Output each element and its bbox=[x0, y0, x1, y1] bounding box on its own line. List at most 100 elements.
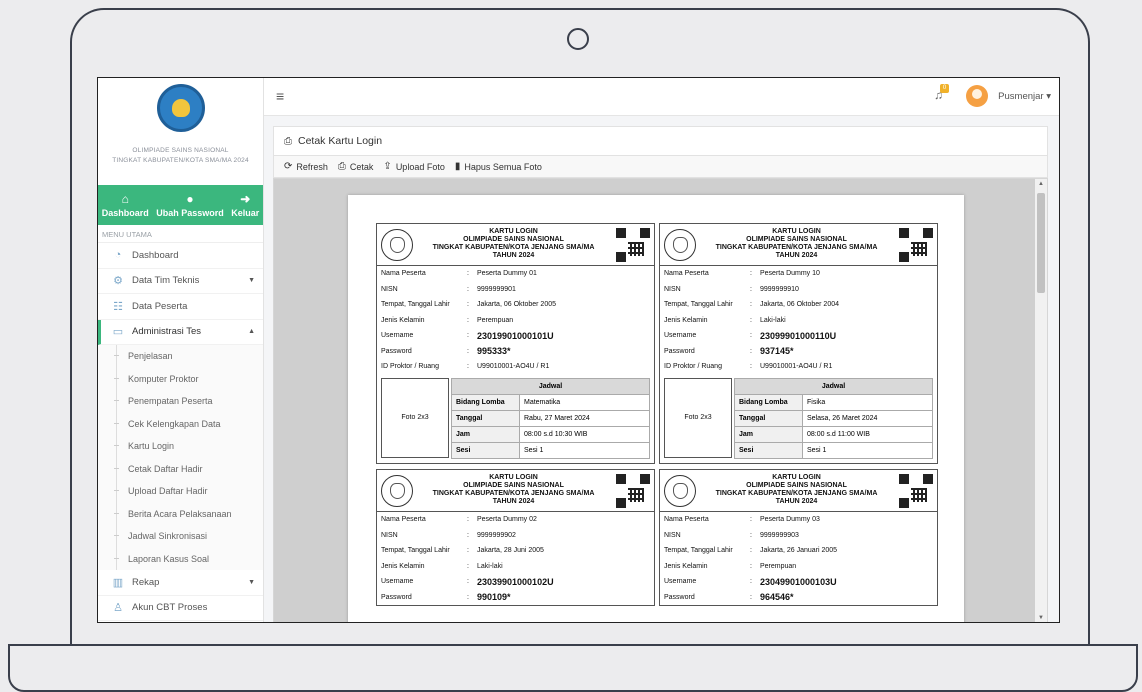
logo-text-line-2: TINGKAT KABUPATEN/KOTA SMA/MA 2024 bbox=[112, 157, 249, 164]
monitor-icon: ▭ bbox=[112, 326, 124, 339]
refresh-button[interactable]: ⟳ Refresh bbox=[284, 161, 328, 172]
submenu-item-berita-acara[interactable]: Berita Acara Pelaksanaan bbox=[98, 502, 263, 525]
field-separator: : bbox=[750, 516, 752, 524]
chevron-up-icon: ▲ bbox=[248, 328, 255, 336]
refresh-icon: ⟳ bbox=[284, 161, 293, 172]
tut-wuri-logo-icon bbox=[664, 229, 696, 261]
print-preview[interactable]: KARTU LOGIN OLIMPIADE SAINS NASIONAL TIN… bbox=[273, 178, 1048, 622]
submenu-item-cetak-daftar-hadir[interactable]: Cetak Daftar Hadir bbox=[98, 457, 263, 480]
field-value: 9999999910 bbox=[760, 285, 799, 293]
home-icon: ⌂ bbox=[121, 191, 129, 206]
menu-title: MENU UTAMA bbox=[98, 225, 263, 243]
scroll-down-icon[interactable]: ▼ bbox=[1038, 615, 1044, 621]
field-value: Perempuan bbox=[760, 562, 797, 570]
field-label: Password bbox=[381, 593, 412, 601]
panel-header: ⎙ Cetak Kartu Login bbox=[273, 126, 1048, 156]
field-separator: : bbox=[750, 531, 752, 539]
hamburger-menu-icon[interactable]: ≡ bbox=[276, 88, 284, 104]
upload-photo-button[interactable]: ⇪ Upload Foto bbox=[383, 161, 444, 172]
login-card: KARTU LOGIN OLIMPIADE SAINS NASIONAL TIN… bbox=[376, 223, 655, 464]
submenu-item-penempatan-peserta[interactable]: Penempatan Peserta bbox=[98, 390, 263, 413]
field-separator: : bbox=[750, 593, 752, 601]
field-separator: : bbox=[750, 547, 752, 555]
card-row-password: Password:990109* bbox=[377, 590, 654, 606]
card-row-nama: Nama Peserta: Peserta Dummy 01 bbox=[377, 266, 654, 282]
field-value: 990109* bbox=[477, 592, 511, 603]
field-label: ID Proktor / Ruang bbox=[381, 363, 439, 371]
card-row-ttl: Tempat, Tanggal Lahir: Jakarta, 06 Oktobe… bbox=[377, 297, 654, 313]
field-separator: : bbox=[467, 347, 469, 355]
sidebar-item-rekap[interactable]: ▥ Rekap ▼ bbox=[98, 570, 263, 596]
submenu-item-kartu-login[interactable]: Kartu Login bbox=[98, 435, 263, 458]
field-value: 964546* bbox=[760, 592, 794, 603]
field-label: Password bbox=[664, 347, 695, 355]
schedule-value: Selasa, 26 Maret 2024 bbox=[802, 409, 933, 427]
scrollbar-thumb[interactable] bbox=[1037, 193, 1045, 293]
field-separator: : bbox=[750, 332, 752, 340]
tut-wuri-logo-icon bbox=[156, 84, 205, 132]
submenu-item-penjelasan[interactable]: Penjelasan bbox=[98, 345, 263, 368]
sidebar-item-akun-cbt-proses[interactable]: ♙ Akun CBT Proses bbox=[98, 596, 263, 621]
user-menu[interactable]: Pusmenjar ▾ bbox=[998, 91, 1051, 102]
toolbar: ⟳ Refresh ⎙ Cetak ⇪ Upload Foto ▮ Hapus … bbox=[273, 156, 1048, 178]
schedule-key: Tanggal bbox=[734, 409, 803, 427]
schedule-key: Jam bbox=[451, 425, 520, 443]
card-title-line: KARTU LOGIN bbox=[489, 228, 538, 235]
quick-logout-button[interactable]: ➜ Keluar bbox=[231, 193, 259, 218]
print-button[interactable]: ⎙ Cetak bbox=[338, 161, 374, 172]
schedule-table: Jadwal Bidang Lomba Matematika Tanggal Rab… bbox=[451, 377, 650, 459]
avatar[interactable] bbox=[966, 85, 988, 107]
field-label: Nama Peserta bbox=[664, 516, 709, 524]
field-value: Jakarta, 06 Oktober 2004 bbox=[760, 301, 839, 309]
field-value: Jakarta, 26 Januari 2005 bbox=[760, 547, 838, 555]
delete-all-photos-button[interactable]: ▮ Hapus Semua Foto bbox=[455, 161, 542, 172]
field-value: Peserta Dummy 03 bbox=[760, 516, 820, 524]
quick-change-password-button[interactable]: ● Ubah Password bbox=[156, 193, 224, 218]
top-bar: ≡ ♫ 0 Pusmenjar ▾ bbox=[264, 78, 1059, 116]
schedule-key: Jam bbox=[734, 425, 803, 443]
submenu-item-laporan-kasus-soal[interactable]: Laporan Kasus Soal bbox=[98, 547, 263, 570]
submenu-item-upload-daftar-hadir[interactable]: Upload Daftar Hadir bbox=[98, 480, 263, 503]
card-row-nisn: NISN:9999999903 bbox=[660, 528, 937, 544]
card-title-line: TAHUN 2024 bbox=[775, 498, 818, 505]
logo-text: OLIMPIADE SAINS NASIONAL TINGKAT KABUPAT… bbox=[98, 146, 263, 166]
field-value: 9999999903 bbox=[760, 531, 799, 539]
sidebar-item-dashboard[interactable]: ◔ Dashboard bbox=[98, 243, 263, 269]
sidebar-item-label: Rekap bbox=[132, 576, 160, 588]
camera-icon bbox=[567, 28, 589, 50]
card-row-jk: Jenis Kelamin: Perempuan bbox=[377, 313, 654, 329]
field-label: NISN bbox=[381, 285, 398, 293]
schedule-value: Rabu, 27 Maret 2024 bbox=[519, 409, 650, 427]
sidebar-item-label: Administrasi Tes bbox=[132, 326, 201, 338]
quick-dashboard-button[interactable]: ⌂ Dashboard bbox=[102, 193, 149, 218]
sidebar-item-label: Dashboard bbox=[132, 249, 179, 261]
card-title-line: TAHUN 2024 bbox=[492, 498, 535, 505]
sidebar-item-administrasi-tes[interactable]: ▭ Administrasi Tes ▲ bbox=[98, 319, 263, 345]
team-icon: ⚙ bbox=[113, 275, 123, 288]
scroll-up-icon[interactable]: ▲ bbox=[1038, 181, 1044, 187]
schedule-section: Foto 2x3 Jadwal Bidang Lomba Matematika T… bbox=[381, 377, 654, 459]
card-title-line: KARTU LOGIN bbox=[489, 474, 538, 481]
schedule-key: Bidang Lomba bbox=[451, 393, 520, 411]
submenu-item-komputer-proktor[interactable]: Komputer Proktor bbox=[98, 367, 263, 390]
field-label: Tempat, Tanggal Lahir bbox=[381, 547, 450, 555]
quick-bar: ⌂ Dashboard ● Ubah Password ➜ Keluar bbox=[98, 185, 263, 225]
field-label: Jenis Kelamin bbox=[664, 316, 708, 324]
tut-wuri-logo-icon bbox=[381, 229, 413, 261]
card-row-username: Username:23049901000103U bbox=[660, 574, 937, 590]
field-separator: : bbox=[467, 301, 469, 309]
chevron-down-icon: ▼ bbox=[248, 578, 255, 586]
field-label: Tempat, Tanggal Lahir bbox=[664, 547, 733, 555]
submenu-item-cek-kelengkapan-data[interactable]: Cek Kelengkapan Data bbox=[98, 412, 263, 435]
field-label: Nama Peserta bbox=[664, 270, 709, 278]
field-separator: : bbox=[467, 332, 469, 340]
preview-scrollbar[interactable]: ▲ ▼ bbox=[1035, 179, 1047, 622]
sidebar-item-data-peserta[interactable]: ☷ Data Peserta bbox=[98, 294, 263, 320]
card-title-line: TINGKAT KABUPATEN/KOTA JENJANG SMA/MA bbox=[715, 244, 878, 251]
sidebar-item-data-tim-teknis[interactable]: ⚙ Data Tim Teknis ▼ bbox=[98, 269, 263, 294]
chart-icon: ▥ bbox=[112, 576, 124, 589]
card-row-username: Username:23099901000110U bbox=[660, 328, 937, 344]
card-title: KARTU LOGIN OLIMPIADE SAINS NASIONAL TIN… bbox=[417, 228, 610, 260]
submenu-item-jadwal-sinkronisasi[interactable]: Jadwal Sinkronisasi bbox=[98, 525, 263, 548]
field-separator: : bbox=[467, 593, 469, 601]
